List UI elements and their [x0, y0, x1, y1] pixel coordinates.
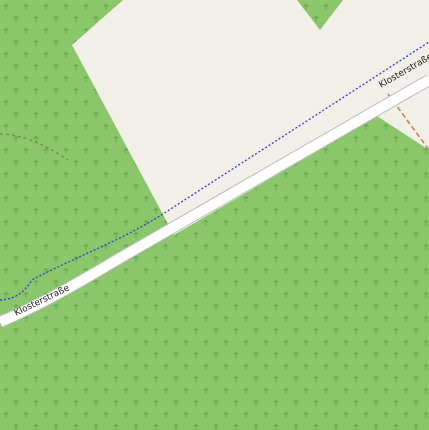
- map-canvas[interactable]: Klosterstraße Klosterstraße: [0, 0, 429, 430]
- map-svg: Klosterstraße Klosterstraße: [0, 0, 429, 430]
